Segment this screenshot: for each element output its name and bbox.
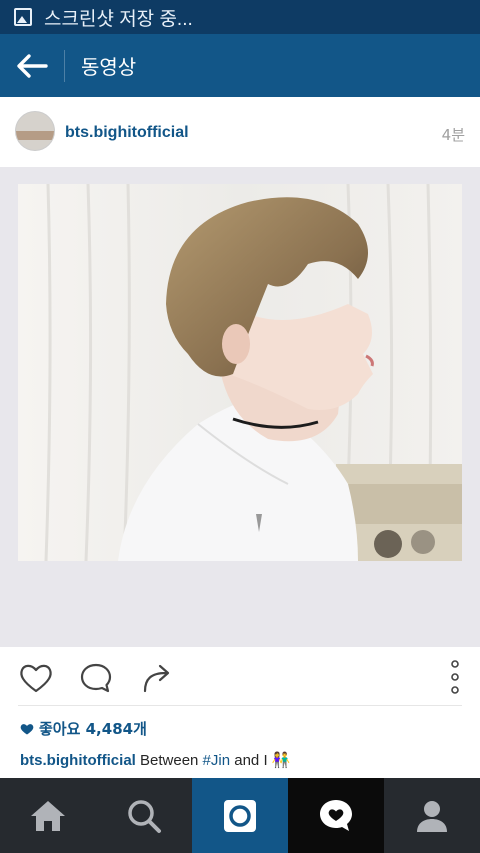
post-username[interactable]: bts.bighitofficial: [65, 124, 189, 142]
post-caption: bts.bighitofficial Between #Jin and I 👫: [20, 751, 290, 769]
like-icon[interactable]: [18, 662, 54, 694]
page-title: 동영상: [81, 55, 137, 79]
caption-hashtag[interactable]: #Jin: [203, 752, 231, 769]
video-player[interactable]: [18, 184, 462, 561]
app-bar-divider: [64, 49, 65, 82]
heart-bubble-icon: [320, 799, 352, 831]
tab-home[interactable]: [0, 778, 96, 853]
caption-text-after: and I: [230, 752, 272, 769]
status-text: 스크린샷 저장 중...: [44, 8, 193, 30]
search-icon: [128, 799, 161, 833]
share-icon[interactable]: [142, 661, 174, 693]
status-bar: 스크린샷 저장 중...: [0, 0, 480, 34]
more-options-icon[interactable]: [448, 659, 462, 695]
caption-username[interactable]: bts.bighitofficial: [20, 752, 136, 769]
comment-icon[interactable]: [79, 662, 113, 694]
post-time: 4분: [441, 126, 465, 144]
likes-count[interactable]: 좋아요 4,484개: [20, 718, 147, 739]
profile-icon: [417, 800, 447, 832]
tab-search[interactable]: [96, 778, 192, 853]
actions-divider: [18, 705, 462, 706]
video-frame: [18, 184, 462, 561]
back-button[interactable]: [0, 34, 64, 97]
back-arrow-icon: [17, 53, 48, 78]
camera-icon: [224, 799, 256, 832]
bottom-tab-bar: [0, 778, 480, 853]
image-icon: [14, 8, 32, 26]
tab-camera[interactable]: [192, 778, 288, 853]
caption-emoji: 👫: [271, 752, 291, 769]
caption-text-before: Between: [140, 752, 203, 769]
avatar[interactable]: [15, 111, 55, 151]
likes-text: 좋아요 4,484개: [39, 720, 147, 738]
app-bar: 동영상: [0, 34, 480, 97]
heart-filled-icon: [20, 723, 34, 734]
tab-news[interactable]: [288, 778, 384, 853]
home-icon: [31, 800, 65, 831]
tab-profile[interactable]: [384, 778, 480, 853]
